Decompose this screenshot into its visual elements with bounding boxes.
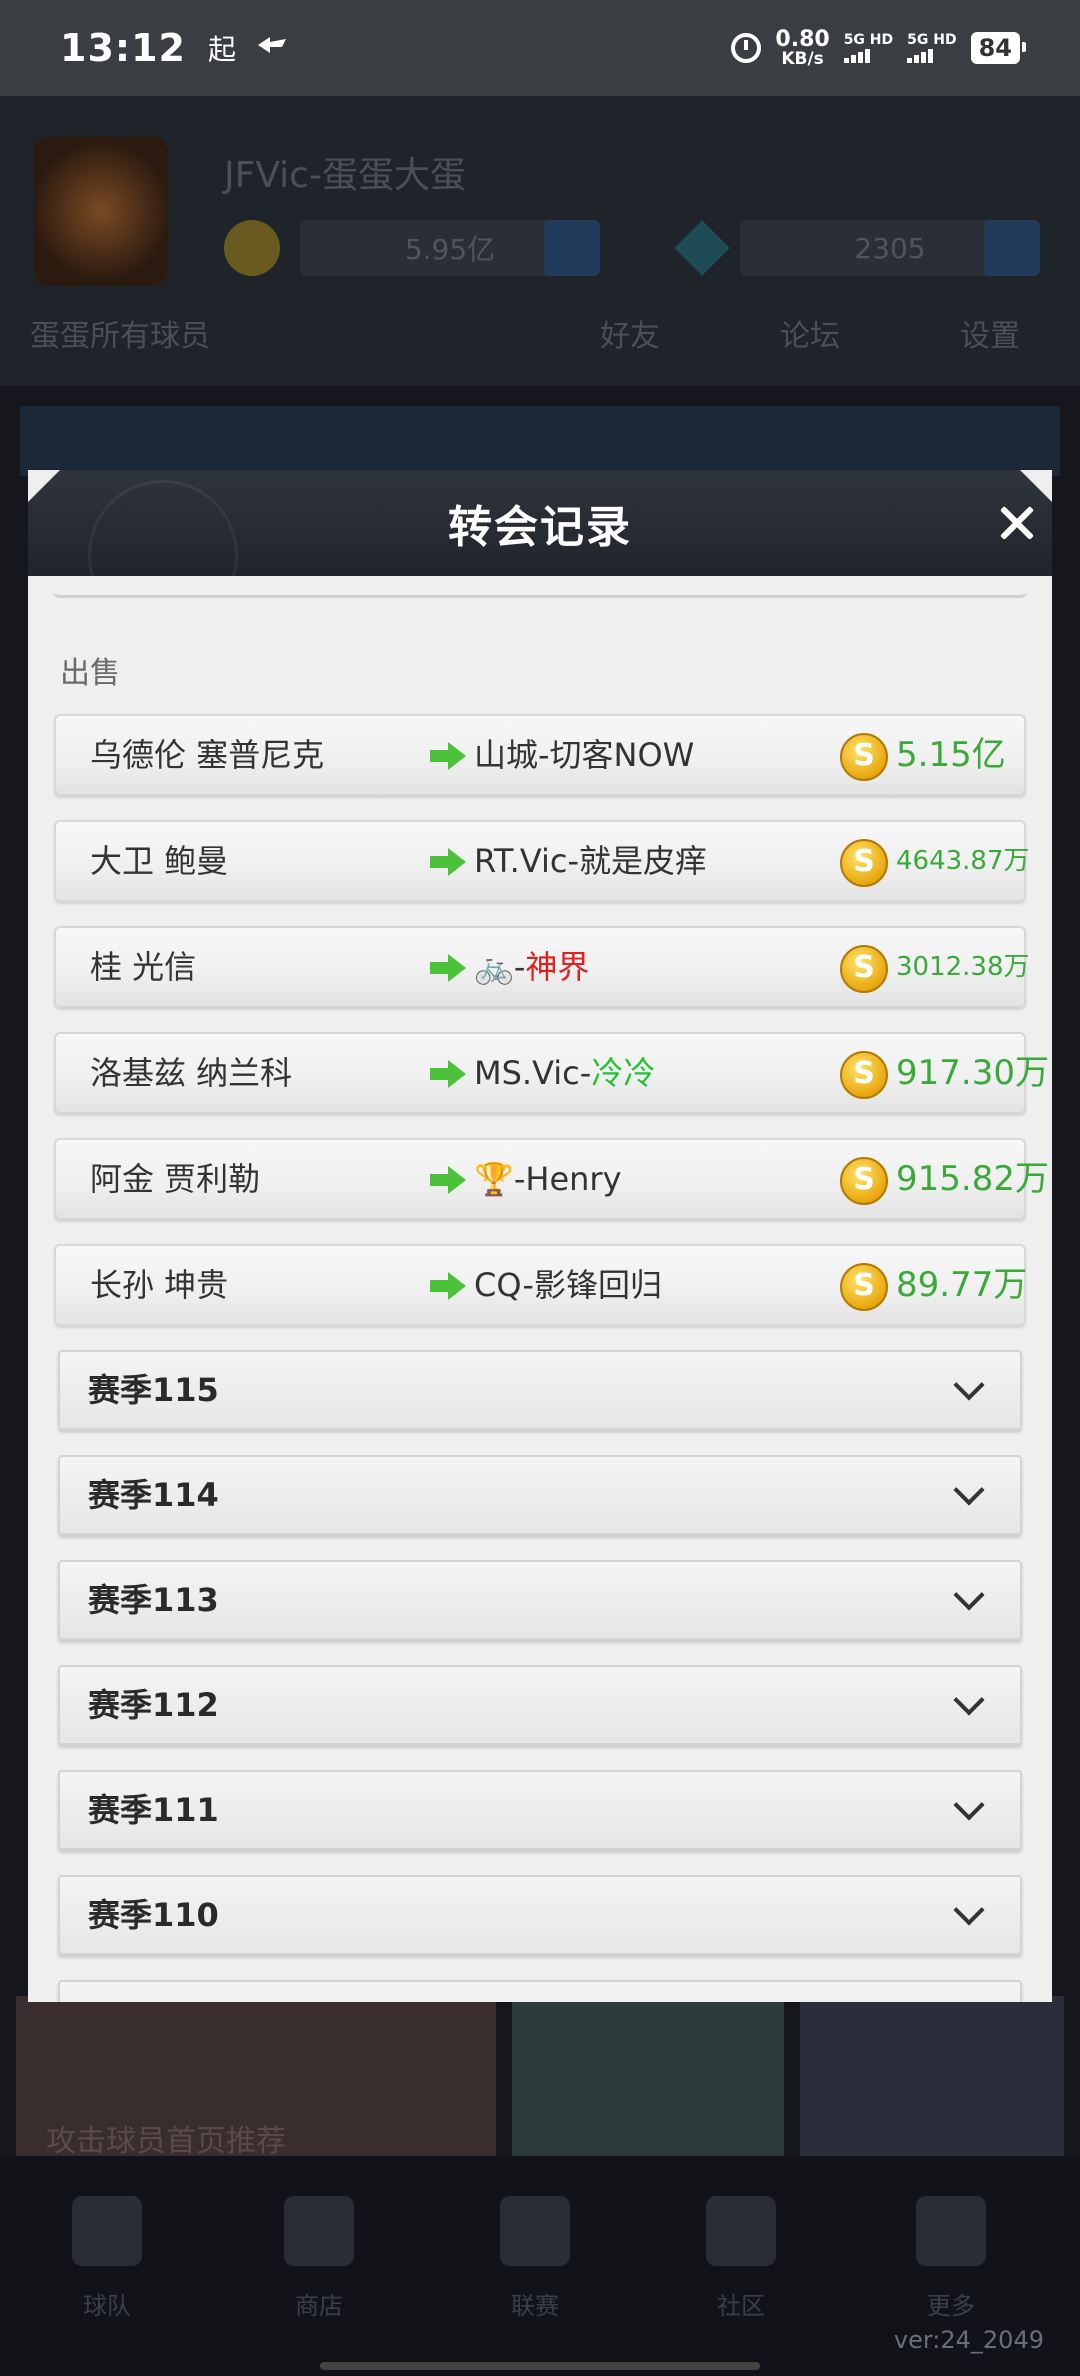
season-accordion-110[interactable]: 赛季110 [58, 1875, 1022, 1955]
destination-team: 🚲-神界 [474, 948, 590, 986]
tab-icon[interactable] [706, 2196, 776, 2266]
dialog-header: 转会记录 [28, 470, 1052, 576]
banner-text: 攻击球员首页推荐 [46, 2124, 286, 2159]
transfer-row[interactable]: 大卫 鲍曼 RT.Vic-就是皮痒 S 4643.87万 [54, 820, 1030, 902]
transfer-price: 89.77万 [896, 1265, 1028, 1305]
arrow-right-icon [430, 1166, 466, 1194]
destination-team: MS.Vic-冷冷 [474, 1054, 656, 1092]
transfer-row[interactable]: 长孙 坤贵 CQ-影锋回归 S 89.77万 [54, 1244, 1028, 1326]
section-label-sold: 出售 [60, 656, 120, 691]
bg-match-strip [20, 406, 1060, 476]
signal-sim2-icon: 5G HD [907, 33, 957, 63]
team-logo[interactable] [34, 136, 168, 286]
transfer-price: 4643.87万 [896, 846, 1030, 876]
tab-icon[interactable] [916, 2196, 986, 2266]
tab-icon[interactable] [284, 2196, 354, 2266]
chevron-down-icon [953, 1789, 985, 1821]
season-accordion-113[interactable]: 赛季113 [58, 1560, 1022, 1640]
transfer-row[interactable]: 乌德伦 塞普尼克 山城-切客NOW S 5.15亿 [54, 714, 1026, 796]
arrow-right-icon [430, 848, 466, 876]
network-speed: 0.80 KB/s [775, 26, 830, 69]
destination-team: 🏆-Henry [474, 1160, 622, 1198]
player-name: 阿金 贾利勒 [90, 1160, 261, 1198]
arrow-right-icon [430, 742, 466, 770]
season-label: 赛季111 [88, 1791, 219, 1829]
player-name: 洛基兹 纳兰科 [90, 1054, 293, 1092]
coin-icon: S [840, 1157, 888, 1205]
chevron-down-icon [953, 1894, 985, 1926]
coin-icon: S [840, 1051, 888, 1099]
season-accordion-partial[interactable] [58, 1980, 1022, 2002]
chevron-down-icon [953, 1684, 985, 1716]
nav-forum[interactable]: 论坛 [780, 311, 840, 355]
dialog-title: 转会记录 [448, 502, 632, 553]
season-label: 赛季114 [88, 1476, 219, 1514]
chevron-down-icon [953, 1369, 985, 1401]
nav-players[interactable]: 蛋蛋所有球员 [30, 311, 210, 355]
coin-icon: S [840, 1263, 888, 1311]
add-gems-button[interactable] [984, 220, 1040, 276]
destination-team: 山城-切客NOW [474, 736, 695, 774]
season-accordion-114[interactable]: 赛季114 [58, 1455, 1022, 1535]
season-accordion-115[interactable]: 赛季115 [58, 1350, 1022, 1430]
transfer-price: 915.82万 [896, 1159, 1049, 1199]
season-label: 赛季115 [88, 1371, 219, 1409]
season-label: 赛季112 [88, 1686, 219, 1724]
divider [52, 590, 1028, 598]
team-name: JFVic-蛋蛋大蛋 [224, 155, 466, 196]
coin-icon: S [840, 945, 888, 993]
nav-settings[interactable]: 设置 [960, 311, 1020, 355]
transfer-price: 5.15亿 [896, 735, 1006, 775]
tab-label: 更多 [927, 2292, 975, 2320]
season-accordion-112[interactable]: 赛季112 [58, 1665, 1022, 1745]
signal-sim1-icon: 5G HD [843, 33, 893, 63]
transfer-row[interactable]: 桂 光信 🚲-神界 S 3012.38万 [54, 926, 1030, 1008]
transfer-price: 917.30万 [896, 1053, 1049, 1093]
transfer-price: 3012.38万 [896, 952, 1030, 982]
player-name: 桂 光信 [90, 948, 197, 986]
transfer-row[interactable]: 阿金 贾利勒 🏆-Henry S 915.82万 [54, 1138, 1049, 1220]
player-name: 长孙 坤贵 [90, 1266, 229, 1304]
nav-friends[interactable]: 好友 [600, 311, 660, 355]
close-icon[interactable] [994, 500, 1040, 546]
dialog-body[interactable]: 出售 乌德伦 塞普尼克 山城-切客NOW S 5.15亿 大卫 鲍曼 RT.Vi… [28, 576, 1052, 2002]
transfer-history-dialog: 转会记录 出售 乌德伦 塞普尼克 山城-切客NOW S 5.15亿 大卫 鲍曼 … [28, 470, 1052, 2002]
version-label: ver:24_2049 [893, 2326, 1044, 2354]
arrow-right-icon [430, 1272, 466, 1300]
cast-icon [256, 31, 290, 66]
destination-team: RT.Vic-就是皮痒 [474, 842, 708, 880]
status-time: 13:12 [60, 26, 186, 70]
season-label: 赛季110 [88, 1896, 219, 1934]
destination-team: CQ-影锋回归 [474, 1266, 662, 1304]
tab-label: 社区 [717, 2292, 765, 2320]
season-label: 赛季113 [88, 1581, 219, 1619]
transfer-row[interactable]: 洛基兹 纳兰科 MS.Vic-冷冷 S 917.30万 [54, 1032, 1049, 1114]
arrow-right-icon [430, 1060, 466, 1088]
chevron-down-icon [953, 1474, 985, 1506]
alarm-icon [731, 33, 762, 63]
player-name: 大卫 鲍曼 [90, 842, 229, 880]
status-bar: 13:12 起 0.80 KB/s 5G HD 5G HD 84 [0, 0, 1080, 96]
bg-header: JFVic-蛋蛋大蛋 5.95亿 2305 蛋蛋所有球员 好友 论坛 设置 [0, 96, 1080, 386]
season-accordion-111[interactable]: 赛季111 [58, 1770, 1022, 1850]
tab-label: 商店 [295, 2292, 343, 2320]
coin-icon [224, 220, 280, 276]
home-indicator[interactable] [320, 2362, 760, 2370]
tab-label: 联赛 [511, 2292, 559, 2320]
tab-icon[interactable] [72, 2196, 142, 2266]
add-coins-button[interactable] [544, 220, 600, 276]
tab-icon[interactable] [500, 2196, 570, 2266]
coin-icon: S [840, 839, 888, 887]
tab-label: 球队 [83, 2292, 131, 2320]
status-indicators: 0.80 KB/s 5G HD 5G HD 84 [731, 26, 1027, 69]
player-name: 乌德伦 塞普尼克 [90, 736, 325, 774]
chevron-down-icon [953, 1579, 985, 1611]
status-carrier: 起 [207, 33, 236, 66]
battery-icon: 84 [970, 32, 1027, 64]
coin-icon: S [840, 733, 888, 781]
gem-icon [674, 220, 730, 276]
arrow-right-icon [430, 954, 466, 982]
